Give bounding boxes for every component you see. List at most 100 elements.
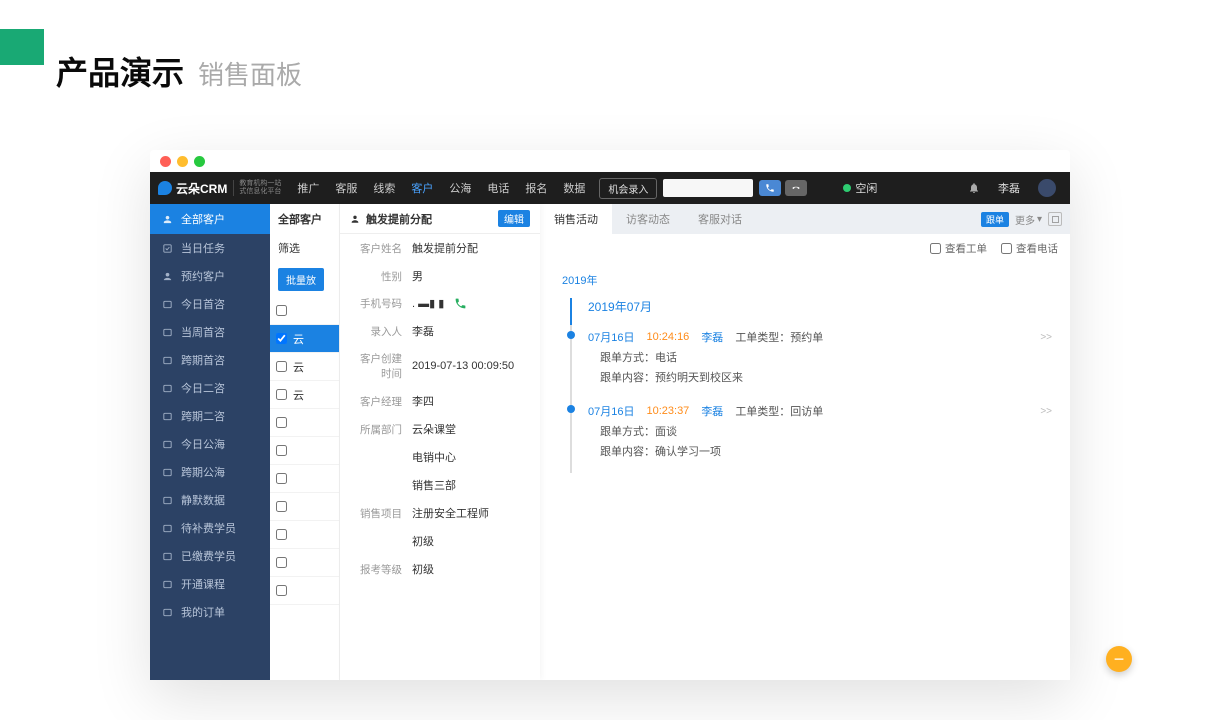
row-checkbox[interactable] [276, 473, 287, 484]
entry-line: 跟单方式：面谈 [588, 419, 1056, 439]
table-row[interactable]: 云 [270, 353, 339, 381]
detail-title: 触发提前分配 [366, 211, 432, 227]
sidebar-item-today-second[interactable]: 今日二咨 [150, 374, 270, 402]
user-name[interactable]: 李磊 [998, 180, 1020, 196]
nav-leads[interactable]: 线索 [365, 172, 403, 204]
status-dot-icon [843, 184, 851, 192]
table-row[interactable] [270, 409, 339, 437]
row-checkbox[interactable] [276, 585, 287, 596]
sidebar-item-today-first[interactable]: 今日首咨 [150, 290, 270, 318]
filter-label[interactable]: 筛选 [270, 234, 339, 262]
sidebar-item-label: 预约客户 [181, 268, 225, 284]
search-input[interactable] [663, 179, 753, 197]
nav-signup[interactable]: 报名 [517, 172, 555, 204]
nav-phone[interactable]: 电话 [479, 172, 517, 204]
batch-button[interactable]: 批量放 [278, 268, 324, 291]
row-checkbox[interactable] [276, 529, 287, 540]
row-checkbox[interactable] [276, 501, 287, 512]
nav-promo[interactable]: 推广 [289, 172, 327, 204]
maximize-icon[interactable] [194, 156, 205, 167]
call-button[interactable] [759, 180, 781, 196]
window-titlebar [150, 150, 1070, 172]
sidebar-item-cross-sea[interactable]: 跨期公海 [150, 458, 270, 486]
row-checkbox[interactable] [276, 389, 287, 400]
follow-button[interactable]: 跟单 [981, 212, 1009, 227]
edit-button[interactable]: 编辑 [498, 210, 530, 227]
sidebar-item-orders[interactable]: 我的订单 [150, 598, 270, 626]
filter-calls[interactable]: 查看电话 [1001, 241, 1058, 256]
fab-button[interactable]: − [1106, 646, 1132, 672]
select-all-checkbox[interactable] [276, 305, 287, 316]
table-row[interactable]: 云 [270, 325, 339, 353]
sidebar-item-unpaid[interactable]: 待补费学员 [150, 514, 270, 542]
sidebar: 全部客户 当日任务 预约客户 今日首咨 当周首咨 跨期首咨 今日二咨 跨期二咨 … [150, 204, 270, 680]
opportunity-entry-button[interactable]: 机会录入 [599, 178, 657, 199]
top-nav: 推广 客服 线索 客户 公海 电话 报名 数据 机会录入 [289, 172, 813, 204]
sidebar-item-week-first[interactable]: 当周首咨 [150, 318, 270, 346]
row-checkbox[interactable] [276, 417, 287, 428]
field-label: 所属部门 [350, 422, 412, 437]
timeline-entry[interactable]: 07月16日 10:24:16 李磊 工单类型：预约单 >> 跟单方式：电话 跟… [570, 325, 1056, 399]
sidebar-item-today-tasks[interactable]: 当日任务 [150, 234, 270, 262]
filter-tickets-checkbox[interactable] [930, 243, 941, 254]
sidebar-item-label: 跨期二咨 [181, 408, 225, 424]
field-dept2: 电销中心 [412, 449, 456, 465]
filter-tickets[interactable]: 查看工单 [930, 241, 987, 256]
minimize-icon[interactable] [177, 156, 188, 167]
app-window: 云朵CRM 教育机构一站式信息化平台 推广 客服 线索 客户 公海 电话 报名 … [150, 150, 1070, 680]
sidebar-item-today-sea[interactable]: 今日公海 [150, 430, 270, 458]
sidebar-item-label: 跨期首咨 [181, 352, 225, 368]
entry-expand-icon[interactable]: >> [1040, 406, 1056, 417]
row-checkbox[interactable] [276, 445, 287, 456]
field-proj: 注册安全工程师 [412, 505, 489, 521]
sidebar-item-silent[interactable]: 静默数据 [150, 486, 270, 514]
sidebar-item-label: 今日二咨 [181, 380, 225, 396]
sidebar-item-cross-first[interactable]: 跨期首咨 [150, 346, 270, 374]
logo[interactable]: 云朵CRM 教育机构一站式信息化平台 [150, 172, 289, 204]
logo-text: 云朵CRM [176, 180, 227, 197]
nav-data[interactable]: 数据 [555, 172, 593, 204]
field-entry: 李磊 [412, 323, 434, 339]
table-row[interactable] [270, 493, 339, 521]
sidebar-item-label: 已缴费学员 [181, 548, 236, 564]
table-row[interactable] [270, 577, 339, 605]
more-button[interactable]: 更多▾ [1015, 212, 1042, 227]
table-header-row [270, 297, 339, 325]
tab-service-chat[interactable]: 客服对话 [684, 204, 756, 234]
phone-icon[interactable] [454, 297, 467, 310]
sidebar-item-appoint[interactable]: 预约客户 [150, 262, 270, 290]
avatar[interactable] [1038, 179, 1056, 197]
nav-sea[interactable]: 公海 [441, 172, 479, 204]
entry-line: 跟单方式：电话 [588, 345, 1056, 365]
row-checkbox[interactable] [276, 361, 287, 372]
sidebar-item-paid[interactable]: 已缴费学员 [150, 542, 270, 570]
hangup-button[interactable] [785, 180, 807, 196]
table-row[interactable]: 云 [270, 381, 339, 409]
logo-tagline: 教育机构一站式信息化平台 [233, 180, 281, 195]
nav-customers[interactable]: 客户 [403, 172, 441, 204]
sidebar-head[interactable]: 全部客户 [150, 204, 270, 234]
table-row[interactable] [270, 437, 339, 465]
nav-service[interactable]: 客服 [327, 172, 365, 204]
person-icon [350, 214, 360, 224]
entry-time: 10:24:16 [646, 331, 689, 343]
table-row[interactable] [270, 521, 339, 549]
timeline-entry[interactable]: 07月16日 10:23:37 李磊 工单类型：回访单 >> 跟单方式：面谈 跟… [570, 399, 1056, 473]
timeline: 2019年 2019年07月 07月16日 10:24:16 李磊 工单类型：预… [540, 262, 1070, 473]
entry-line: 跟单内容：预约明天到校区来 [588, 365, 1056, 385]
tab-sales-activity[interactable]: 销售活动 [540, 204, 612, 234]
table-row[interactable] [270, 549, 339, 577]
expand-icon[interactable] [1048, 212, 1062, 226]
sidebar-item-cross-second[interactable]: 跨期二咨 [150, 402, 270, 430]
tab-visitor[interactable]: 访客动态 [612, 204, 684, 234]
close-icon[interactable] [160, 156, 171, 167]
table-row[interactable] [270, 465, 339, 493]
entry-expand-icon[interactable]: >> [1040, 332, 1056, 343]
row-checkbox[interactable] [276, 557, 287, 568]
sidebar-item-label: 今日首咨 [181, 296, 225, 312]
filter-calls-checkbox[interactable] [1001, 243, 1012, 254]
bell-icon[interactable] [968, 182, 980, 194]
row-checkbox[interactable] [276, 333, 287, 344]
sidebar-item-courses[interactable]: 开通课程 [150, 570, 270, 598]
status-indicator[interactable]: 空闲 [843, 180, 877, 196]
